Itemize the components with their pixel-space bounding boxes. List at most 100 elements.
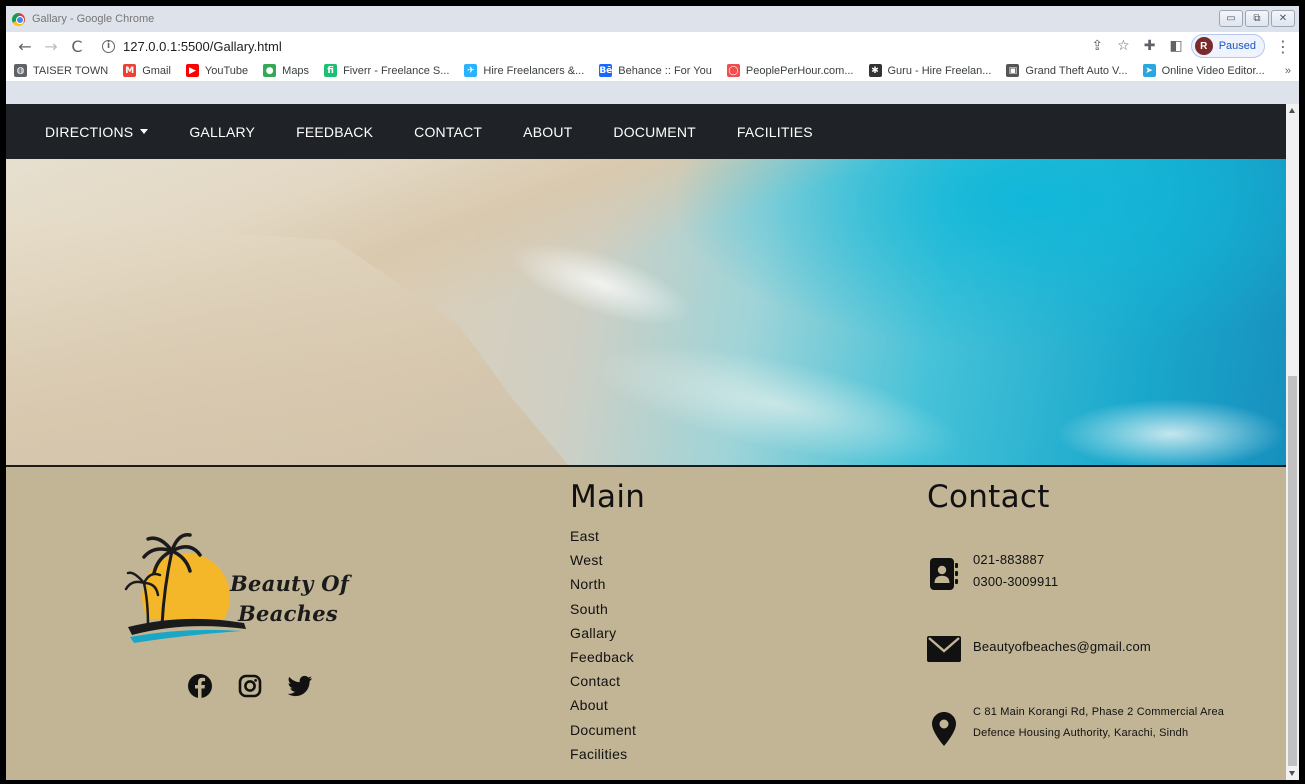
footer-link-facilities[interactable]: Facilities: [570, 742, 645, 766]
bookmark-label: Gmail: [142, 64, 171, 77]
bookmark-item[interactable]: ▣ Grand Theft Auto V...: [1006, 64, 1128, 77]
bookmark-item[interactable]: ● Maps: [263, 64, 309, 77]
fiverr-icon: fi: [324, 64, 338, 77]
footer-link-east[interactable]: East: [570, 524, 645, 548]
bookmark-label: Maps: [282, 64, 310, 77]
nav-item-label: DOCUMENT: [613, 123, 696, 140]
video-editor-icon: ➤: [1142, 64, 1156, 77]
toolbar-actions: ⇪ ☆ ✚ ◧: [1091, 38, 1182, 54]
nav-item-document[interactable]: DOCUMENT: [613, 124, 695, 140]
phone-landline[interactable]: 021-883887: [973, 549, 1058, 571]
bookmark-item[interactable]: fi Fiverr - Freelance S...: [324, 64, 449, 77]
bookmark-item[interactable]: ✱ Guru - Hire Freelan...: [868, 64, 992, 77]
contact-book-icon: [927, 549, 961, 591]
nav-item-facilities[interactable]: FACILITIES: [737, 124, 813, 140]
bookmark-label: Behance :: For You: [618, 64, 712, 77]
bookmark-label: Online Video Editor...: [1161, 64, 1265, 77]
window-controls: ▭ ⧉ ✕: [1219, 10, 1295, 27]
bookmarks-overflow-button[interactable]: »: [1285, 65, 1291, 77]
footer-link-contact[interactable]: Contact: [570, 669, 645, 693]
bookmark-star-icon[interactable]: ☆: [1117, 38, 1130, 54]
bookmark-item[interactable]: ▶ YouTube: [185, 64, 248, 77]
page-scrollbar[interactable]: [1286, 104, 1299, 780]
bookmark-item[interactable]: ✈ Hire Freelancers &...: [464, 64, 584, 77]
phone-mobile[interactable]: 0300-3009911: [973, 571, 1058, 593]
contact-phones: 021-883887 0300-3009911: [973, 549, 1058, 593]
bookmark-item[interactable]: M Gmail: [123, 64, 171, 77]
social-links: [186, 672, 314, 700]
site-info-icon[interactable]: i: [102, 39, 115, 53]
back-button[interactable]: ←: [14, 35, 36, 57]
contact-address-row: C 81 Main Korangi Rd, Phase 2 Commercial…: [927, 702, 1224, 746]
footer-link-gallary[interactable]: Gallary: [570, 621, 645, 645]
scroll-down-icon[interactable]: [1289, 771, 1295, 776]
bookmark-label: Grand Theft Auto V...: [1025, 64, 1128, 77]
side-panel-icon[interactable]: ◧: [1169, 38, 1182, 54]
extensions-puzzle-icon[interactable]: ✚: [1144, 38, 1156, 54]
caret-down-icon: [140, 129, 149, 134]
reload-button[interactable]: C: [66, 35, 88, 57]
footer-link-north[interactable]: North: [570, 572, 645, 596]
nav-item-label: DIRECTIONS: [45, 123, 134, 140]
bookmark-label: Guru - Hire Freelan...: [887, 64, 992, 77]
footer-contact-column: Contact 021-883887 0300-3009911 Beautyof…: [927, 479, 1277, 746]
nav-item-label: FACILITIES: [736, 123, 813, 140]
chrome-logo-icon: [12, 12, 25, 26]
footer-link-document[interactable]: Document: [570, 718, 645, 742]
footer-link-feedback[interactable]: Feedback: [570, 645, 645, 669]
site-navbar: DIRECTIONS GALLARY FEEDBACK CONTACT ABOUT DOC…: [6, 104, 1299, 159]
nav-item-contact[interactable]: CONTACT: [414, 124, 482, 140]
url-text[interactable]: 127.0.0.1:5500/Gallary.html: [123, 39, 282, 54]
peopleperhour-icon: ◯: [726, 64, 740, 77]
profile-button[interactable]: R Paused: [1190, 34, 1265, 58]
address-line-2: Defence Housing Authority, Karachi, Sind…: [973, 727, 1189, 739]
facebook-icon[interactable]: [186, 672, 214, 700]
logo-line-1: Beauty Of: [230, 571, 350, 596]
bookmark-label: PeoplePerHour.com...: [745, 64, 854, 77]
forward-button[interactable]: →: [40, 35, 62, 57]
nav-item-feedback[interactable]: FEEDBACK: [296, 124, 373, 140]
footer-main-title: Main: [570, 479, 646, 515]
nav-item-directions[interactable]: DIRECTIONS: [45, 123, 149, 140]
freelancer-icon: ✈: [464, 64, 478, 77]
address-line-1: C 81 Main Korangi Rd, Phase 2 Commercial…: [973, 706, 1225, 718]
bookmark-item[interactable]: Bē Behance :: For You: [599, 64, 712, 77]
bookmark-label: Hire Freelancers &...: [483, 64, 585, 77]
minimize-button[interactable]: ▭: [1219, 10, 1243, 27]
site-footer: Beauty Of Beaches Main East West North Sout…: [6, 467, 1286, 780]
footer-link-west[interactable]: West: [570, 548, 645, 572]
instagram-icon[interactable]: [236, 672, 264, 700]
browser-window: Gallary - Google Chrome ▭ ⧉ ✕ ← → C i 12…: [6, 6, 1299, 780]
title-bar: Gallary - Google Chrome ▭ ⧉ ✕: [6, 6, 1299, 32]
scroll-up-icon[interactable]: [1289, 108, 1295, 113]
behance-icon: Bē: [599, 64, 613, 77]
restore-button[interactable]: ⧉: [1245, 10, 1269, 27]
bookmark-item[interactable]: ◯ PeoplePerHour.com...: [726, 64, 854, 77]
kebab-menu-icon[interactable]: ⋮: [1275, 37, 1291, 56]
nav-item-label: GALLARY: [189, 123, 256, 140]
address-bar[interactable]: i 127.0.0.1:5500/Gallary.html: [92, 33, 1091, 59]
scrollbar-thumb[interactable]: [1288, 376, 1297, 766]
contact-email-row: Beautyofbeaches@gmail.com: [927, 636, 1151, 662]
guru-icon: ✱: [868, 64, 882, 77]
logo-line-2: Beaches: [238, 601, 339, 626]
logo-wordmark: Beauty Of Beaches: [230, 569, 349, 629]
footer-link-south[interactable]: South: [570, 597, 645, 621]
nav-item-about[interactable]: ABOUT: [523, 124, 572, 140]
beauty-of-beaches-logo[interactable]: Beauty Of Beaches: [124, 527, 364, 649]
footer-link-about[interactable]: About: [570, 693, 645, 717]
browser-toolbar: ← → C i 127.0.0.1:5500/Gallary.html ⇪ ☆ …: [6, 32, 1299, 60]
contact-email[interactable]: Beautyofbeaches@gmail.com: [973, 636, 1151, 658]
nav-item-gallary[interactable]: GALLARY: [189, 124, 255, 140]
bookmark-item[interactable]: ➤ Online Video Editor...: [1142, 64, 1265, 77]
bookmark-item[interactable]: ◍ TAISER TOWN: [14, 64, 108, 77]
bookmark-label: TAISER TOWN: [33, 64, 109, 77]
profile-status: Paused: [1218, 40, 1256, 52]
gta-icon: ▣: [1006, 64, 1020, 77]
twitter-icon[interactable]: [286, 672, 314, 700]
close-button[interactable]: ✕: [1271, 10, 1295, 27]
share-icon[interactable]: ⇪: [1091, 38, 1103, 54]
avatar: R: [1194, 37, 1213, 55]
envelope-icon: [927, 636, 961, 662]
page-viewport: DIRECTIONS GALLARY FEEDBACK CONTACT ABOUT DOC…: [6, 104, 1299, 780]
